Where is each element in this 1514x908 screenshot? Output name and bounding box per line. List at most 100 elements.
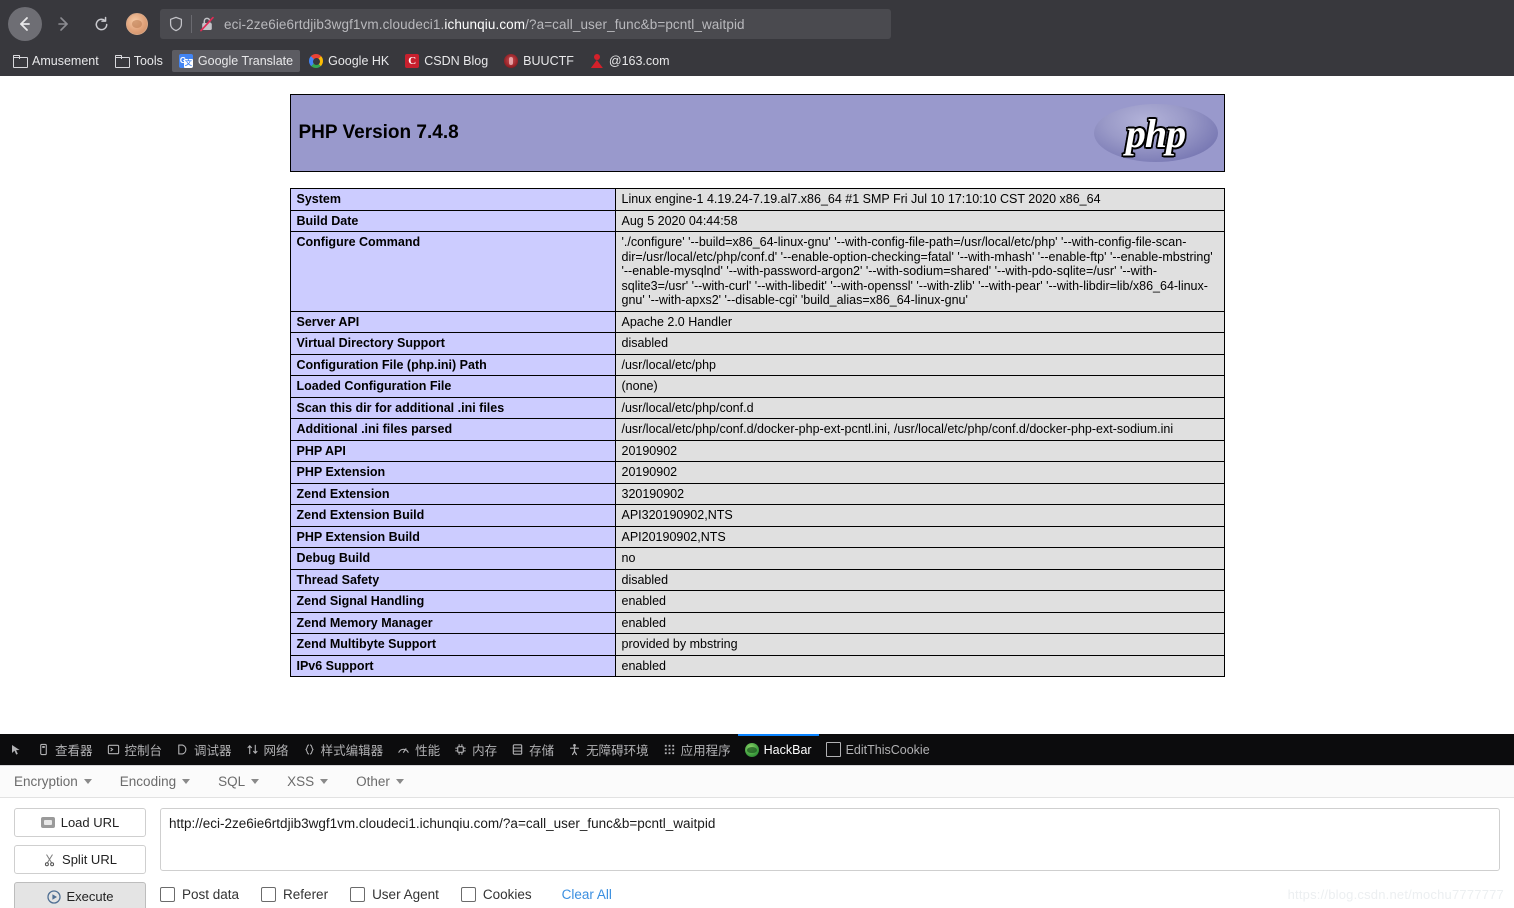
menu-label: XSS [287,774,315,789]
row-value: /usr/local/etc/php/conf.d [614,396,1225,419]
devtools-tabbar: 查看器 控制台 调试器 网络 样式编辑器 性能 内存 存储 无障碍环境 应用程序… [0,734,1514,765]
tab-accessibility[interactable]: 无障碍环境 [561,734,656,765]
tab-network[interactable]: 网络 [239,734,296,765]
option-label: Referer [283,887,329,902]
option-post-data[interactable]: Post data [160,887,239,902]
tab-label: 内存 [472,744,498,758]
menu-other[interactable]: Other [356,774,404,789]
tab-style-editor[interactable]: 样式编辑器 [296,734,391,765]
table-row: Configure Command './configure' '--build… [289,231,1225,312]
console-icon [107,743,120,756]
editthiscookie-icon [825,742,841,757]
checkbox-user-agent[interactable] [350,887,366,902]
table-row: Additional .ini files parsed /usr/local/… [289,418,1225,441]
row-key: Zend Extension Build [289,504,616,527]
tab-inspector[interactable]: 查看器 [30,734,100,765]
row-key: Debug Build [289,547,616,570]
tab-label: 网络 [263,744,289,758]
bookmark-amusement[interactable]: Amusement [6,50,106,72]
mail163-icon [590,54,604,68]
row-key: PHP Extension Build [289,525,616,548]
tab-performance[interactable]: 性能 [390,734,447,765]
row-key: Build Date [289,209,616,232]
tab-label: 性能 [415,744,441,758]
tab-label: 应用程序 [680,744,731,758]
lock-crossed-icon[interactable] [199,16,215,32]
profile-avatar-icon[interactable] [126,13,148,35]
forward-button[interactable] [46,7,80,41]
menu-encryption[interactable]: Encryption [14,774,92,789]
row-value: enabled [614,611,1225,634]
option-cookies[interactable]: Cookies [460,887,532,902]
table-row: Thread Safety disabled [289,568,1225,591]
checkbox-post-data[interactable] [160,887,175,902]
bookmark-label: Google Translate [197,54,294,68]
row-key: Zend Multibyte Support [289,633,616,656]
bookmark-buuctf[interactable]: BUUCTF [497,50,581,72]
option-label: Post data [182,887,240,902]
table-row: Zend Multibyte Support provided by mbstr… [289,633,1225,656]
tab-application[interactable]: 应用程序 [656,734,738,765]
row-key: Scan this dir for additional .ini files [289,396,616,419]
tab-storage[interactable]: 存储 [504,734,561,765]
load-url-icon [40,817,55,828]
menu-sql[interactable]: SQL [218,774,260,789]
row-value: enabled [614,654,1225,677]
menu-label: Encoding [119,774,177,789]
shield-icon[interactable] [168,16,184,32]
chevron-down-icon [182,779,191,784]
back-arrow-icon [20,17,30,31]
address-bar[interactable]: eci-2ze6ie6rtdjib3wgf1vm.cloudeci1.ichun… [160,9,891,39]
bookmarks-bar: Amusement Tools G文 Google Translate Goog… [0,48,1514,74]
row-key: IPv6 Support [289,654,616,677]
tab-label: 样式编辑器 [320,744,384,758]
memory-icon [454,743,467,756]
row-value: './configure' '--build=x86_64-linux-gnu'… [614,231,1225,312]
buuctf-icon [504,54,519,68]
tab-label: 查看器 [55,744,93,758]
tab-editthiscookie[interactable]: EditThisCookie [819,734,937,765]
table-row: Server API Apache 2.0 Handler [289,310,1225,333]
element-picker-button[interactable] [4,734,30,765]
menu-encoding[interactable]: Encoding [119,774,191,789]
execute-button[interactable]: Execute [14,882,146,908]
accessibility-icon [568,743,581,756]
tab-label: 无障碍环境 [586,744,649,758]
load-url-button[interactable]: Load URL [14,808,146,837]
tab-label: EditThisCookie [845,742,930,757]
address-bar-url[interactable]: eci-2ze6ie6rtdjib3wgf1vm.cloudeci1.ichun… [224,17,745,32]
row-key: System [289,188,616,211]
checkbox-referer[interactable] [261,887,277,902]
url-input[interactable] [160,808,1500,871]
table-row: Loaded Configuration File (none) [289,375,1225,398]
tab-hackbar[interactable]: HackBar [737,734,819,765]
row-key: Configure Command [289,231,616,312]
split-url-button[interactable]: Split URL [14,845,146,874]
browser-window: eci-2ze6ie6rtdjib3wgf1vm.cloudeci1.ichun… [0,0,1514,908]
reload-button[interactable] [84,7,118,41]
watermark: https://blog.csdn.net/mochu7777777 [1287,887,1504,902]
option-referer[interactable]: Referer [261,887,328,902]
option-user-agent[interactable]: User Agent [350,887,439,902]
back-button[interactable] [8,7,42,41]
tab-console[interactable]: 控制台 [100,734,170,765]
bookmark-google-translate[interactable]: G文 Google Translate [171,50,301,72]
network-icon [246,743,259,756]
table-row: Zend Extension Build API320190902,NTS [289,504,1225,527]
bookmark-csdn-blog[interactable]: C CSDN Blog [398,50,495,72]
checkbox-cookies[interactable] [460,887,476,902]
bookmark-tools[interactable]: Tools [108,50,170,72]
tab-memory[interactable]: 内存 [447,734,504,765]
bookmark-label: BUUCTF [523,54,574,68]
bookmark-google-hk[interactable]: Google HK [302,50,396,72]
bookmark-163-mail[interactable]: @163.com [583,50,677,72]
inspector-icon [37,743,50,756]
menu-xss[interactable]: XSS [287,774,329,789]
bookmark-label: CSDN Blog [424,54,489,68]
table-row: PHP API 20190902 [289,439,1225,462]
address-bar-divider [191,15,192,33]
application-icon [663,743,676,756]
row-key: Zend Memory Manager [289,611,616,634]
tab-debugger[interactable]: 调试器 [169,734,239,765]
clear-all-link[interactable]: Clear All [562,887,612,902]
